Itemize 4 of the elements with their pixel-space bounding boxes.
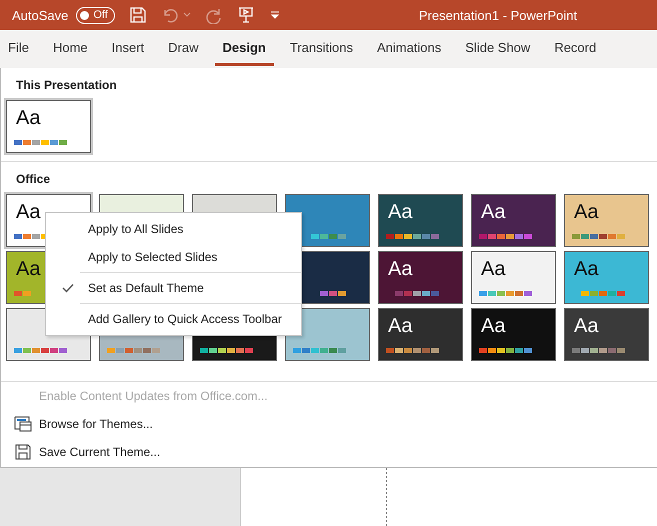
window-title: Presentation1 - PowerPoint xyxy=(418,8,578,22)
section-heading: This Presentation xyxy=(15,77,118,92)
autosave-label: AutoSave xyxy=(12,8,68,22)
section-heading: Office xyxy=(15,171,52,186)
